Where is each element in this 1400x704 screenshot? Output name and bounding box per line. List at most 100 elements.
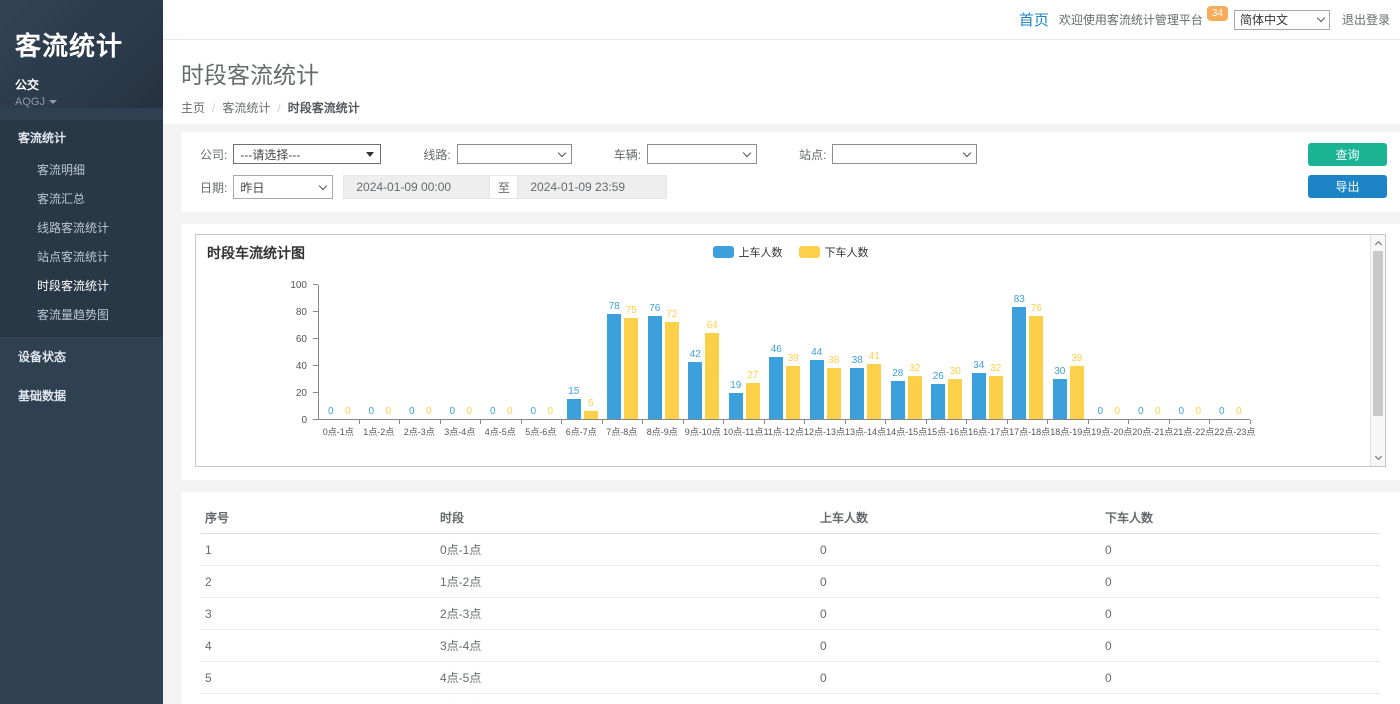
date-end-input[interactable]: 2024-01-09 23:59 [517, 175, 667, 199]
chart-bar[interactable]: 42 [688, 362, 702, 419]
station-select[interactable] [832, 144, 977, 164]
x-axis-label: 11点-12点 [764, 425, 805, 438]
sidebar-subitem[interactable]: 时段客流统计 [0, 271, 163, 300]
sidebar-item[interactable]: 基础数据 [0, 376, 163, 415]
chart-bar[interactable]: 30 [1053, 379, 1067, 420]
sidebar-item[interactable]: 设备状态 [0, 337, 163, 376]
table-header-cell: 时段 [436, 502, 816, 534]
chart-bar[interactable]: 78 [607, 314, 621, 419]
chart-bar[interactable]: 32 [989, 376, 1003, 419]
bar-value-label: 32 [909, 363, 920, 374]
table-cell: 0 [1101, 534, 1380, 566]
breadcrumb-separator: / [277, 101, 280, 115]
chart-bar[interactable]: 15 [567, 399, 581, 419]
table-row: 54点-5点00 [201, 662, 1380, 694]
x-axis-label: 10点-11点 [723, 425, 764, 438]
bar-value-label: 0 [385, 406, 391, 417]
chart-box: 时段车流统计图 上车人数下车人数 020406080100 0000000000… [195, 234, 1386, 467]
chart-bar-group: 00 [1210, 285, 1251, 419]
logout-link[interactable]: 退出登录 [1342, 11, 1390, 28]
bar-value-label: 64 [707, 320, 718, 331]
route-select[interactable] [457, 144, 572, 164]
legend-item[interactable]: 上车人数 [713, 244, 783, 260]
chart-bar[interactable]: 32 [908, 376, 922, 419]
bar-value-label: 0 [547, 406, 553, 417]
table-cell: 2 [201, 566, 436, 598]
chart-bar[interactable]: 28 [891, 381, 905, 419]
company-select-value: ---请选择--- [240, 146, 300, 163]
sidebar-subitem[interactable]: 客流汇总 [0, 184, 163, 213]
breadcrumb-home[interactable]: 主页 [181, 99, 205, 116]
chart-bar[interactable]: 39 [786, 366, 800, 419]
sidebar-subitem[interactable]: 线路客流统计 [0, 213, 163, 242]
scrollbar-up-icon[interactable] [1371, 236, 1385, 250]
scrollbar-thumb[interactable] [1373, 251, 1383, 416]
language-select-value: 简体中文 [1240, 11, 1288, 28]
chart-bar[interactable]: 72 [665, 322, 679, 419]
sidebar-subitem[interactable]: 站点客流统计 [0, 242, 163, 271]
chart-bar[interactable]: 76 [1029, 316, 1043, 419]
chart-bar[interactable]: 38 [850, 368, 864, 419]
chart-bar[interactable]: 44 [810, 360, 824, 419]
chart-bar-group: 7672 [643, 285, 684, 419]
table-cell: 0 [816, 694, 1101, 704]
org-name: 公交 [15, 76, 148, 93]
chart-bar[interactable]: 30 [948, 379, 962, 420]
bar-value-label: 75 [626, 305, 637, 316]
vehicle-select[interactable] [647, 144, 757, 164]
chart-bar[interactable]: 75 [624, 318, 638, 419]
filter-row-2: 日期: 昨日 2024-01-09 00:00 至 2024-01-09 23:… [200, 176, 1386, 198]
x-axis-label: 22点-23点 [1214, 425, 1255, 438]
sidebar-subitem[interactable]: 客流明细 [0, 155, 163, 184]
chart-bar-group: 00 [1089, 285, 1130, 419]
chart-bar[interactable]: 6 [584, 411, 598, 419]
table-cell: 0 [1101, 694, 1380, 704]
chart-bar-group: 156 [562, 285, 603, 419]
time-slot-table: 序号时段上车人数下车人数 10点-1点0021点-2点0032点-3点0043点… [201, 502, 1380, 704]
language-select[interactable]: 简体中文 [1234, 10, 1330, 30]
chart-bar[interactable]: 39 [1070, 366, 1084, 419]
chart-bar[interactable]: 26 [931, 384, 945, 419]
bar-value-label: 28 [892, 368, 903, 379]
x-axis-label: 18点-19点 [1050, 425, 1091, 438]
page-title: 时段客流统计 [181, 56, 1400, 90]
breadcrumb-section[interactable]: 客流统计 [222, 99, 270, 116]
chart-bar[interactable]: 34 [972, 373, 986, 419]
sidebar-subitem[interactable]: 客流量趋势图 [0, 300, 163, 329]
date-start-input[interactable]: 2024-01-09 00:00 [343, 175, 490, 199]
legend-item[interactable]: 下车人数 [799, 244, 869, 260]
export-button[interactable]: 导出 [1308, 175, 1387, 198]
home-link[interactable]: 首页 [1019, 9, 1049, 30]
chart-bar[interactable]: 38 [827, 368, 841, 419]
bar-value-label: 0 [328, 406, 334, 417]
chart-plot: 0000000000001567875767242641927463944383… [318, 285, 1250, 420]
chart-bar[interactable]: 83 [1012, 307, 1026, 419]
bar-value-label: 39 [788, 353, 799, 364]
bar-value-label: 0 [466, 406, 472, 417]
table-row: 43点-4点00 [201, 630, 1380, 662]
chart-bar[interactable]: 27 [746, 383, 760, 419]
chart-scrollbar[interactable] [1370, 235, 1385, 466]
user-name: AQGJ [15, 96, 45, 108]
bar-value-label: 30 [950, 366, 961, 377]
notification-badge[interactable]: 34 [1207, 6, 1228, 21]
y-tick-label: 0 [301, 415, 307, 426]
chart-bar-group: 8376 [1008, 285, 1049, 419]
chart-bar[interactable]: 46 [769, 357, 783, 419]
company-select[interactable]: ---请选择--- [233, 144, 381, 164]
chart-bar-group: 00 [319, 285, 360, 419]
chart-bar[interactable]: 76 [648, 316, 662, 419]
sidebar-root-items: 设备状态基础数据 [0, 337, 163, 415]
chart-bar[interactable]: 41 [867, 364, 881, 419]
scrollbar-down-icon[interactable] [1371, 451, 1385, 465]
x-axis-label: 2点-3点 [399, 425, 440, 438]
chart-bar[interactable]: 19 [729, 393, 743, 419]
query-button[interactable]: 查询 [1308, 143, 1387, 166]
date-preset-select[interactable]: 昨日 [233, 175, 333, 199]
chart-bar[interactable]: 64 [705, 333, 719, 419]
table-cell: 0 [1101, 598, 1380, 630]
table-panel: 序号时段上车人数下车人数 10点-1点0021点-2点0032点-3点0043点… [181, 492, 1400, 704]
sidebar-item-passenger-stats[interactable]: 客流统计 [0, 120, 163, 155]
user-menu[interactable]: AQGJ [15, 96, 148, 108]
y-tick-label: 100 [290, 280, 307, 291]
